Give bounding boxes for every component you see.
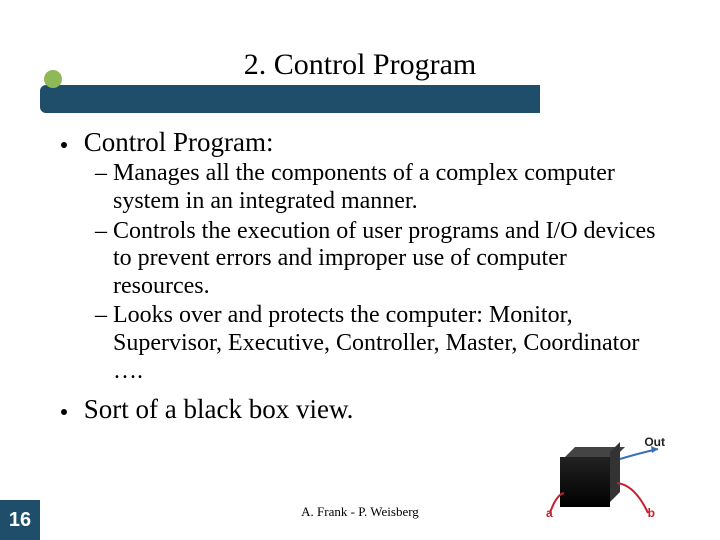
bullet-text: Sort of a black box view. (84, 394, 354, 424)
header-accent-dot (44, 70, 62, 88)
slide-title: 2. Control Program (0, 48, 720, 82)
content-area: Control Program: – Manages all the compo… (75, 120, 660, 428)
bullet-text: Looks over and protects the computer: Mo… (113, 302, 639, 383)
dash-icon: – (95, 160, 113, 186)
bullet-level2: – Manages all the components of a comple… (75, 160, 660, 215)
slide: 2. Control Program Control Program: – Ma… (0, 0, 720, 540)
bullet-level1: Sort of a black box view. (75, 393, 660, 425)
slide-number: 16 (9, 509, 31, 532)
bullet-icon (61, 409, 67, 415)
footer-author: A. Frank - P. Weisberg (0, 504, 720, 520)
slide-number-box: 16 (0, 500, 40, 540)
bullet-level1: Control Program: (75, 126, 660, 158)
dash-icon: – (95, 302, 113, 328)
header-band (40, 85, 540, 113)
bullet-level2: – Looks over and protects the computer: … (75, 302, 660, 385)
bullet-text: Control Program: (84, 127, 274, 157)
bullet-level2: – Controls the execution of user program… (75, 218, 660, 301)
bullet-icon (61, 142, 67, 148)
bullet-text: Controls the execution of user programs … (113, 218, 656, 299)
dash-icon: – (95, 218, 113, 244)
bullet-text: Manages all the components of a complex … (113, 160, 615, 214)
